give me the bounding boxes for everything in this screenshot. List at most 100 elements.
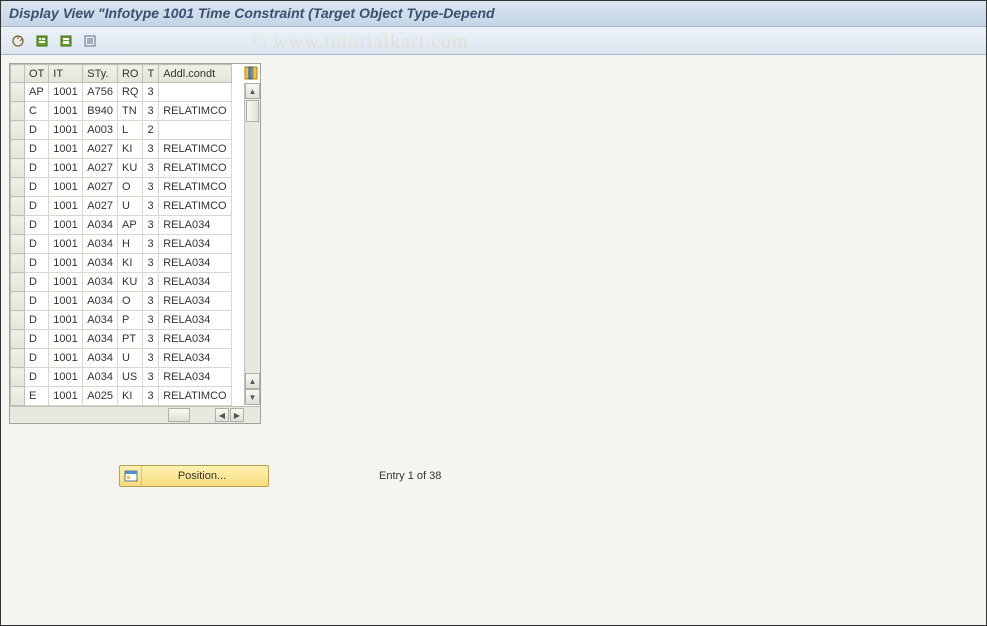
print-icon[interactable] — [79, 31, 101, 51]
cell-ot: D — [25, 197, 49, 216]
cell-it: 1001 — [49, 159, 83, 178]
row-selector[interactable] — [11, 159, 25, 178]
cell-ot: C — [25, 102, 49, 121]
cell-it: 1001 — [49, 368, 83, 387]
table-settings-icon[interactable] — [243, 65, 259, 81]
cell-it: 1001 — [49, 102, 83, 121]
horizontal-scrollbar[interactable]: ◀ ▶ — [10, 406, 260, 423]
cell-t: 3 — [143, 273, 159, 292]
col-t[interactable]: T — [143, 65, 159, 83]
row-selector[interactable] — [11, 330, 25, 349]
table-row[interactable]: D1001A027U3RELATIMCO — [11, 197, 232, 216]
table-row[interactable]: D1001A034U3RELA034 — [11, 349, 232, 368]
row-selector[interactable] — [11, 254, 25, 273]
toolbar — [1, 27, 986, 55]
copy-icon[interactable] — [31, 31, 53, 51]
table-row[interactable]: D1001A003L2 — [11, 121, 232, 140]
col-ot[interactable]: OT — [25, 65, 49, 83]
cell-ro: U — [117, 349, 143, 368]
row-selector[interactable] — [11, 197, 25, 216]
save-icon[interactable] — [55, 31, 77, 51]
grid-table: OT IT STy. RO T Addl.condt AP1001A756RQ3… — [10, 64, 232, 406]
cell-ot: D — [25, 178, 49, 197]
col-ro[interactable]: RO — [117, 65, 143, 83]
col-select[interactable] — [11, 65, 25, 83]
row-selector[interactable] — [11, 216, 25, 235]
table-row[interactable]: D1001A027KI3RELATIMCO — [11, 140, 232, 159]
cell-ot: D — [25, 159, 49, 178]
cell-t: 3 — [143, 387, 159, 406]
cell-it: 1001 — [49, 178, 83, 197]
table-row[interactable]: D1001A034KI3RELA034 — [11, 254, 232, 273]
cell-it: 1001 — [49, 83, 83, 102]
scroll-thumb[interactable] — [246, 100, 259, 122]
cell-addl: RELATIMCO — [159, 159, 231, 178]
table-row[interactable]: D1001A034H3RELA034 — [11, 235, 232, 254]
row-selector[interactable] — [11, 140, 25, 159]
cell-it: 1001 — [49, 254, 83, 273]
cell-addl — [159, 83, 231, 102]
scroll-up-icon[interactable]: ▲ — [245, 83, 260, 99]
cell-ot: D — [25, 349, 49, 368]
cell-ot: E — [25, 387, 49, 406]
vertical-scrollbar[interactable]: ▲ ▲ ▼ — [244, 83, 260, 405]
row-selector[interactable] — [11, 368, 25, 387]
cell-ro: US — [117, 368, 143, 387]
cell-ro: KI — [117, 387, 143, 406]
cell-addl: RELATIMCO — [159, 197, 231, 216]
cell-addl: RELATIMCO — [159, 140, 231, 159]
scroll-up2-icon[interactable]: ▲ — [245, 373, 260, 389]
cell-ro: KU — [117, 159, 143, 178]
table-row[interactable]: C1001B940TN3RELATIMCO — [11, 102, 232, 121]
col-it[interactable]: IT — [49, 65, 83, 83]
table-row[interactable]: E1001A025KI3RELATIMCO — [11, 387, 232, 406]
cell-it: 1001 — [49, 273, 83, 292]
row-selector[interactable] — [11, 387, 25, 406]
table-row[interactable]: D1001A034PT3RELA034 — [11, 330, 232, 349]
cell-addl: RELA034 — [159, 216, 231, 235]
header-row: OT IT STy. RO T Addl.condt — [11, 65, 232, 83]
table-row[interactable]: D1001A034AP3RELA034 — [11, 216, 232, 235]
table-row[interactable]: D1001A034P3RELA034 — [11, 311, 232, 330]
col-addl[interactable]: Addl.condt — [159, 65, 231, 83]
row-selector[interactable] — [11, 83, 25, 102]
cell-t: 3 — [143, 140, 159, 159]
hscroll-left-icon[interactable]: ◀ — [215, 408, 229, 422]
hscroll-right-icon[interactable]: ▶ — [230, 408, 244, 422]
row-selector[interactable] — [11, 292, 25, 311]
cell-addl: RELA034 — [159, 273, 231, 292]
row-selector[interactable] — [11, 273, 25, 292]
cell-addl: RELA034 — [159, 368, 231, 387]
col-sty[interactable]: STy. — [83, 65, 118, 83]
cell-it: 1001 — [49, 349, 83, 368]
table-row[interactable]: D1001A034US3RELA034 — [11, 368, 232, 387]
row-selector[interactable] — [11, 121, 25, 140]
cell-ot: D — [25, 216, 49, 235]
table-row[interactable]: D1001A034KU3RELA034 — [11, 273, 232, 292]
cell-t: 3 — [143, 197, 159, 216]
cell-ot: D — [25, 368, 49, 387]
table-row[interactable]: AP1001A756RQ3 — [11, 83, 232, 102]
toggle-tool-icon[interactable] — [7, 31, 29, 51]
row-selector[interactable] — [11, 349, 25, 368]
row-selector[interactable] — [11, 178, 25, 197]
cell-addl: RELATIMCO — [159, 387, 231, 406]
cell-ot: D — [25, 254, 49, 273]
cell-it: 1001 — [49, 140, 83, 159]
cell-addl: RELA034 — [159, 330, 231, 349]
row-selector[interactable] — [11, 311, 25, 330]
cell-t: 3 — [143, 159, 159, 178]
row-selector[interactable] — [11, 102, 25, 121]
cell-it: 1001 — [49, 197, 83, 216]
table-row[interactable]: D1001A027KU3RELATIMCO — [11, 159, 232, 178]
table-row[interactable]: D1001A027O3RELATIMCO — [11, 178, 232, 197]
row-selector[interactable] — [11, 235, 25, 254]
position-label: Position... — [146, 470, 258, 482]
position-button[interactable]: Position... — [119, 465, 269, 487]
cell-ot: AP — [25, 83, 49, 102]
cell-ot: D — [25, 330, 49, 349]
table-row[interactable]: D1001A034O3RELA034 — [11, 292, 232, 311]
cell-t: 3 — [143, 102, 159, 121]
hscroll-thumb[interactable] — [168, 408, 190, 422]
scroll-down-icon[interactable]: ▼ — [245, 389, 260, 405]
